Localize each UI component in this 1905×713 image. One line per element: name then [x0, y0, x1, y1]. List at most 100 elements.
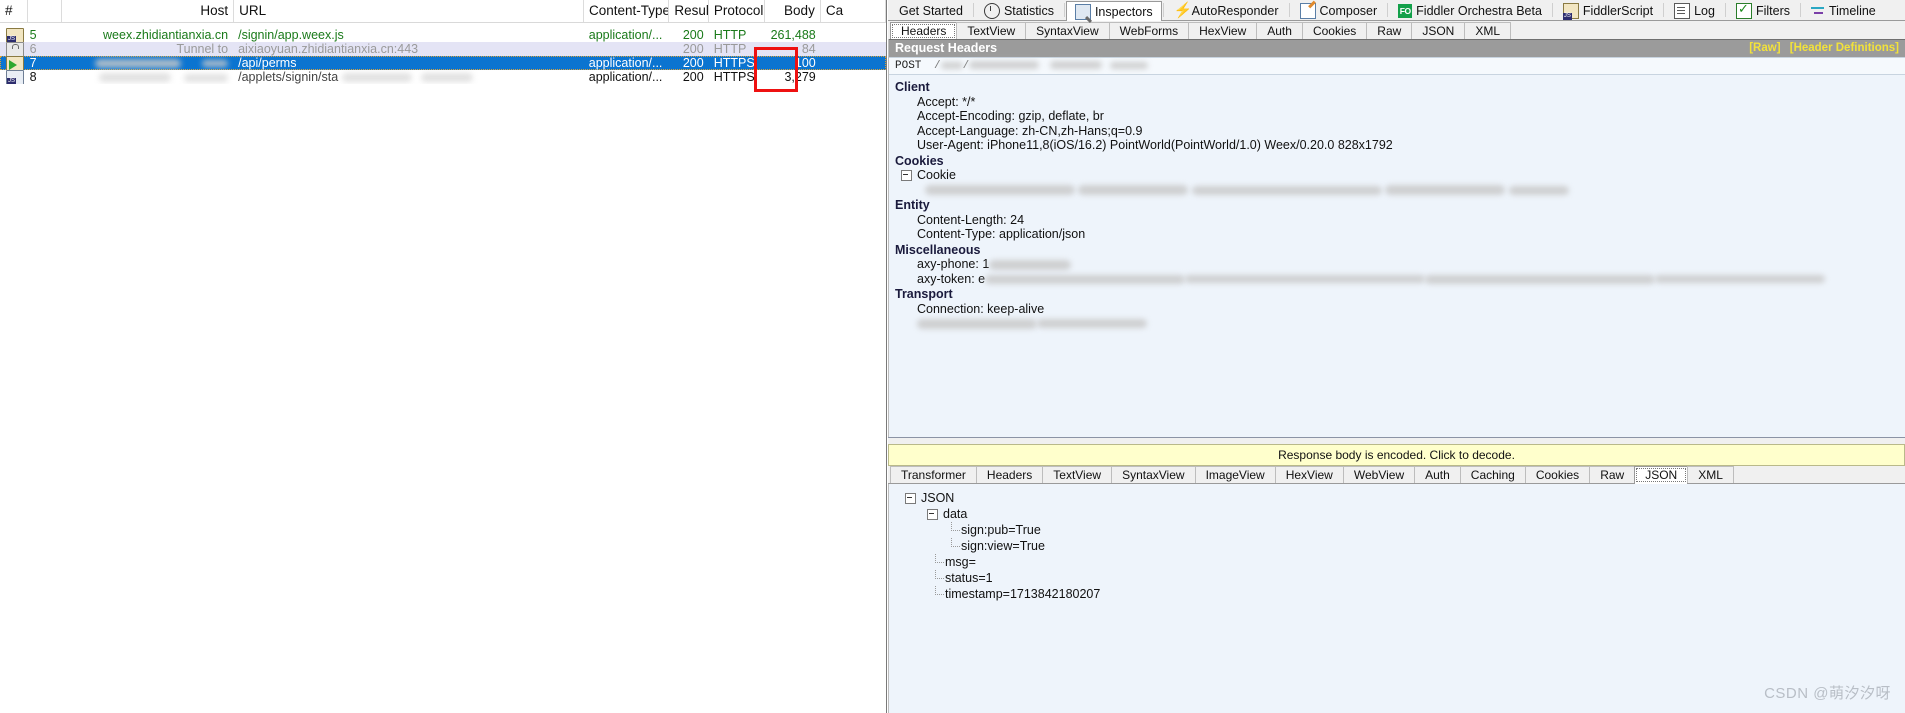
tab-inspectors[interactable]: Inspectors — [1065, 1, 1162, 21]
row-number: 8 — [29, 70, 37, 84]
column-header-body[interactable]: Body — [765, 0, 821, 22]
response-tab-headers[interactable]: Headers — [975, 466, 1044, 483]
page-title: Request Headers — [895, 41, 998, 55]
collapse-icon[interactable] — [901, 169, 912, 181]
row-caching — [821, 42, 886, 56]
request-headers-body: Client Accept: */* Accept-Encoding: gzip… — [889, 75, 1905, 331]
session-list-panel[interactable]: # Host URL Content-Type Result Protocol … — [0, 0, 887, 713]
row-number: 7 — [29, 56, 37, 70]
tab-statistics[interactable]: Statistics — [975, 1, 1063, 20]
axy-phone-label: axy-phone: 1 — [917, 257, 990, 271]
row-url-redacted: /applets/signin/sta — [233, 70, 584, 84]
raw-link[interactable]: [Raw] — [1749, 42, 1780, 54]
json-tree-leaf[interactable]: msg= — [899, 554, 1905, 570]
tab-log[interactable]: Log — [1665, 1, 1724, 20]
request-tab-auth[interactable]: Auth — [1256, 22, 1303, 39]
row-protocol: HTTP — [713, 28, 747, 42]
tree-branch-icon — [927, 586, 945, 602]
table-row[interactable]: 6 Tunnel to aixiaoyuan.zhidiantianxia.cn… — [0, 42, 886, 56]
response-tab-transformer[interactable]: Transformer — [890, 466, 977, 483]
collapse-icon[interactable] — [927, 508, 938, 520]
row-protocol: HTTPS — [713, 56, 755, 70]
tab-timeline[interactable]: Timeline — [1802, 1, 1885, 20]
session-list-header[interactable]: # Host URL Content-Type Result Protocol … — [0, 0, 887, 23]
request-tab-headers[interactable]: Headers — [890, 22, 958, 40]
tab-composer[interactable]: Composer — [1291, 1, 1387, 20]
column-header-url[interactable]: URL — [234, 0, 584, 22]
json-tree-leaf[interactable]: timestamp=1713842180207 — [899, 586, 1905, 602]
table-row[interactable]: 5 weex.zhidiantianxia.cn /signin/app.wee… — [0, 28, 886, 42]
json-tree-leaf[interactable]: sign:view=True — [899, 538, 1905, 554]
row-content-type — [584, 42, 669, 56]
row-host: weex.zhidiantianxia.cn — [103, 28, 229, 42]
response-tab-syntaxview[interactable]: SyntaxView — [1111, 466, 1196, 483]
json-leaf-label: sign:view=True — [961, 539, 1045, 553]
column-header-content-type[interactable]: Content-Type — [584, 0, 670, 22]
json-tree-leaf[interactable]: sign:pub=True — [899, 522, 1905, 538]
tab-label: Fiddler Orchestra Beta — [1416, 4, 1542, 18]
tab-divider — [1288, 3, 1290, 17]
response-tab-caching[interactable]: Caching — [1459, 466, 1526, 483]
header-group-miscellaneous: Miscellaneous — [895, 242, 981, 257]
row-protocol: HTTPS — [713, 70, 755, 84]
request-tab-cookies[interactable]: Cookies — [1301, 22, 1368, 39]
tree-branch-icon — [927, 554, 945, 570]
column-header-caching[interactable]: Ca — [821, 0, 887, 22]
json-tree-leaf[interactable]: status=1 — [899, 570, 1905, 586]
response-tab-cookies[interactable]: Cookies — [1524, 466, 1591, 483]
response-tab-raw[interactable]: Raw — [1589, 466, 1636, 483]
response-tab-webview[interactable]: WebView — [1342, 466, 1416, 483]
collapse-icon[interactable] — [905, 492, 916, 504]
tab-get-started[interactable]: Get Started — [890, 1, 972, 20]
header-item-content-length: Content-Length: 24 — [917, 212, 1025, 227]
row-host: Tunnel to — [176, 42, 229, 56]
request-tab-textview[interactable]: TextView — [956, 22, 1027, 39]
json-node-label: data — [943, 507, 968, 521]
header-item-user-agent: User-Agent: iPhone11,8(iOS/16.2) PointWo… — [917, 138, 1393, 152]
request-tab-xml[interactable]: XML — [1464, 22, 1512, 39]
column-header-result[interactable]: Result — [669, 0, 709, 22]
tab-divider — [1724, 3, 1726, 17]
row-body: 261,488 — [770, 28, 816, 42]
tab-fiddlerscript[interactable]: FiddlerScript — [1554, 1, 1662, 20]
request-tab-webforms[interactable]: WebForms — [1108, 22, 1190, 39]
inspectors-area: Get Started Statistics Inspectors ⚡ Auto… — [888, 0, 1905, 713]
column-header-host[interactable]: Host — [62, 0, 235, 22]
header-definitions-link[interactable]: [Header Definitions] — [1790, 42, 1899, 54]
request-arrow-icon — [6, 56, 24, 70]
tab-autoresponder[interactable]: ⚡ AutoResponder — [1165, 1, 1288, 20]
header-item-content-type: Content-Type: application/json — [917, 227, 1086, 241]
response-tab-json[interactable]: JSON — [1634, 466, 1689, 484]
response-tab-bar[interactable]: Transformer Headers TextView SyntaxView … — [888, 466, 1905, 484]
row-caching — [821, 28, 886, 42]
tab-filters[interactable]: Filters — [1727, 1, 1799, 20]
response-tab-hexview[interactable]: HexView — [1274, 466, 1344, 483]
request-tab-bar[interactable]: Headers TextView SyntaxView WebForms Hex… — [888, 21, 1905, 40]
response-tab-imageview[interactable]: ImageView — [1194, 466, 1276, 483]
header-links: [Raw] [Header Definitions] — [1743, 40, 1899, 57]
tab-divider — [972, 3, 974, 17]
row-host-redacted — [61, 56, 233, 70]
response-tab-textview[interactable]: TextView — [1042, 466, 1113, 483]
request-tab-hexview[interactable]: HexView — [1188, 22, 1258, 39]
cookie-node[interactable]: Cookie — [895, 168, 1905, 183]
table-row-selected[interactable]: 7 /api/perms application/... 200 HTTPS 1… — [0, 56, 886, 70]
row-caching — [821, 70, 886, 84]
column-header-protocol[interactable]: Protocol — [709, 0, 765, 22]
response-tab-xml[interactable]: XML — [1687, 466, 1734, 483]
json-tree-node-data[interactable]: data — [899, 506, 1905, 522]
response-tab-auth[interactable]: Auth — [1414, 466, 1461, 483]
main-tab-bar[interactable]: Get Started Statistics Inspectors ⚡ Auto… — [888, 0, 1905, 21]
column-header-hash[interactable]: # — [0, 0, 29, 22]
cookie-value-redacted — [895, 183, 1905, 198]
request-tab-raw[interactable]: Raw — [1366, 22, 1413, 39]
table-row[interactable]: 8 /applets/signin/sta application/... 20… — [0, 70, 886, 84]
tree-branch-icon — [943, 522, 961, 538]
request-tab-json[interactable]: JSON — [1411, 22, 1466, 39]
tab-fiddler-orchestra[interactable]: FO Fiddler Orchestra Beta — [1389, 1, 1551, 20]
response-encoded-notice[interactable]: Response body is encoded. Click to decod… — [888, 444, 1905, 466]
json-tree-root[interactable]: JSON — [899, 490, 1905, 506]
request-tab-syntaxview[interactable]: SyntaxView — [1025, 22, 1110, 39]
column-header-spacer[interactable] — [28, 0, 63, 22]
tab-label: Inspectors — [1094, 4, 1153, 19]
